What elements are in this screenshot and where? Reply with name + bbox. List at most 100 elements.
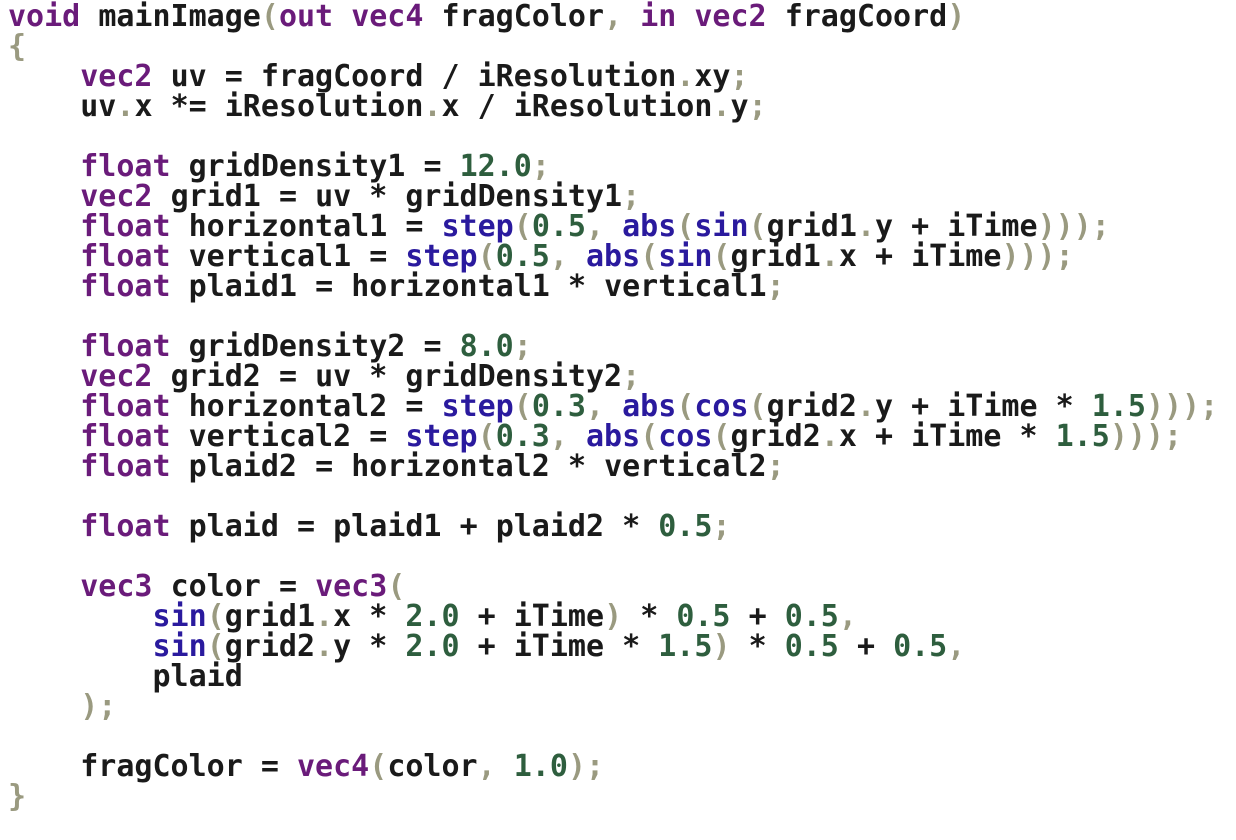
code-punctuation: , [477, 749, 496, 784]
code-line[interactable] [8, 122, 1218, 152]
code-line[interactable]: float horizontal2 = step(0.3, abs(cos(gr… [8, 392, 1218, 422]
code-punctuation: ( [260, 0, 279, 34]
code-operator: / [477, 89, 496, 124]
code-line[interactable]: void mainImage(out vec4 fragColor, in ve… [8, 2, 1218, 32]
code-identifier: fragColor [441, 0, 605, 34]
code-line[interactable]: sin(grid2.y * 2.0 + iTime * 1.5) * 0.5 +… [8, 632, 1218, 662]
code-punctuation: ))); [1001, 239, 1074, 274]
code-line[interactable]: sin(grid1.x * 2.0 + iTime) * 0.5 + 0.5, [8, 602, 1218, 632]
code-punctuation: } [8, 779, 27, 814]
code-line[interactable]: vec2 grid2 = uv * gridDensity2; [8, 362, 1218, 392]
code-operator: * [369, 629, 388, 664]
code-identifier: iResolution [224, 89, 424, 124]
code-operator: + [477, 629, 496, 664]
code-line[interactable] [8, 302, 1218, 332]
code-operator: + [856, 629, 875, 664]
code-line[interactable]: fragColor = vec4(color, 1.0); [8, 752, 1218, 782]
code-punctuation: ; [748, 89, 767, 124]
code-operator: = [315, 449, 334, 484]
code-keyword: float [80, 509, 171, 544]
code-number: 0.5 [893, 629, 948, 664]
code-punctuation: ))); [1109, 419, 1183, 454]
code-line[interactable]: float vertical2 = step(0.3, abs(cos(grid… [8, 422, 1218, 452]
code-punctuation: . [712, 89, 731, 124]
code-line[interactable]: plaid [8, 662, 1218, 692]
code-line[interactable] [8, 542, 1218, 572]
code-line[interactable] [8, 482, 1218, 512]
code-line[interactable]: vec2 grid1 = uv * gridDensity1; [8, 182, 1218, 212]
code-operator: * [748, 629, 767, 664]
code-identifier: mainImage [98, 0, 261, 34]
code-operator: * [1019, 419, 1038, 454]
code-line[interactable]: float plaid = plaid1 + plaid2 * 0.5; [8, 512, 1218, 542]
code-identifier: fragColor [80, 749, 243, 784]
code-number: 0.5 [784, 629, 839, 664]
code-keyword: vec4 [297, 749, 370, 784]
code-punctuation: ) [947, 0, 966, 34]
code-keyword: in [640, 0, 677, 34]
code-punctuation: . [116, 89, 135, 124]
code-number: 1.5 [1055, 419, 1110, 454]
code-operator: = [297, 509, 316, 544]
code-number: 0.5 [658, 509, 713, 544]
code-line[interactable]: float gridDensity2 = 8.0; [8, 332, 1218, 362]
code-line[interactable]: float plaid1 = horizontal1 * vertical1; [8, 272, 1218, 302]
code-identifier: y [333, 629, 352, 664]
code-identifier: horizontal1 [351, 269, 550, 304]
code-operator: * [567, 449, 586, 484]
code-line[interactable]: float gridDensity1 = 12.0; [8, 152, 1218, 182]
code-line[interactable]: vec3 color = vec3( [8, 572, 1218, 602]
code-line[interactable]: ); [8, 692, 1218, 722]
code-identifier: plaid2 [495, 509, 605, 544]
code-editor[interactable]: void mainImage(out vec4 fragColor, in ve… [8, 2, 1218, 812]
code-number: 1.0 [513, 749, 568, 784]
code-punctuation: . [423, 89, 442, 124]
code-punctuation: ; [766, 449, 785, 484]
code-keyword: float [80, 269, 171, 304]
code-line[interactable] [8, 722, 1218, 752]
code-identifier: vertical1 [604, 269, 767, 304]
code-line[interactable]: } [8, 782, 1218, 812]
code-keyword: vec2 [694, 0, 767, 34]
code-line[interactable]: float plaid2 = horizontal2 * vertical2; [8, 452, 1218, 482]
code-identifier: iTime [911, 419, 1002, 454]
code-line[interactable]: vec2 uv = fragCoord / iResolution.xy; [8, 62, 1218, 92]
code-identifier: plaid1 [333, 509, 442, 544]
code-operator: *= [170, 89, 207, 124]
code-identifier: iTime [911, 239, 1002, 274]
code-line[interactable]: float vertical1 = step(0.5, abs(sin(grid… [8, 242, 1218, 272]
code-number: 1.5 [658, 629, 713, 664]
code-line[interactable]: { [8, 32, 1218, 62]
code-punctuation: ; [766, 269, 785, 304]
code-punctuation: . [315, 629, 334, 664]
code-line[interactable]: uv.x *= iResolution.x / iResolution.y; [8, 92, 1218, 122]
code-punctuation: , [604, 0, 623, 34]
code-punctuation: ; [712, 509, 731, 544]
code-identifier: plaid1 [188, 269, 297, 304]
code-identifier: plaid [188, 509, 279, 544]
code-line[interactable]: float horizontal1 = step(0.5, abs(sin(gr… [8, 212, 1218, 242]
